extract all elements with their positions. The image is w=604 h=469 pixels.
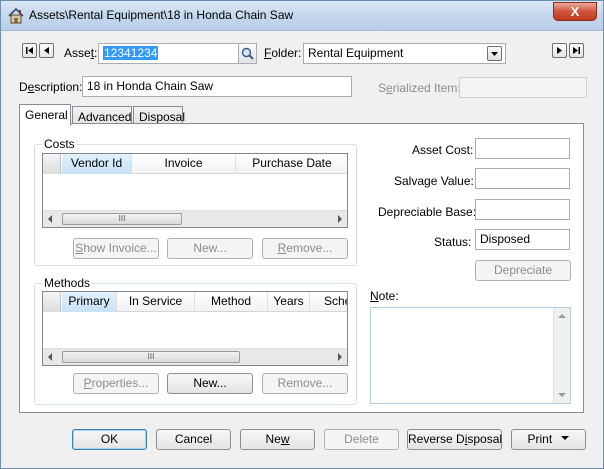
last-record-button[interactable] [569,43,584,58]
scroll-left-icon[interactable] [48,353,52,361]
chevron-down-icon [560,436,569,440]
delete-button[interactable]: Delete [324,429,399,450]
asset-cost-label: Asset Cost: [412,143,474,157]
folder-dropdown[interactable]: Rental Equipment [303,43,506,64]
costs-group-title: Costs [42,137,77,151]
methods-group-title: Methods [42,276,93,290]
house-icon [8,7,24,24]
next-record-icon [557,47,562,54]
show-invoice-button[interactable]: Show Invoice... [73,238,159,259]
chevron-down-icon [491,52,498,56]
asset-window: Assets\Rental Equipment\18 in Honda Chai… [0,0,604,469]
costs-scroll-thumb[interactable]: III [62,213,182,225]
note-textarea[interactable] [370,307,571,404]
scroll-right-icon[interactable] [338,215,342,223]
title-bar: Assets\Rental Equipment\18 in Honda Chai… [1,1,603,31]
next-record-button[interactable] [552,43,567,58]
methods-grid-corner[interactable] [43,292,61,312]
costs-horizontal-scrollbar[interactable]: III [43,210,347,227]
costs-column-invoice[interactable]: Invoice [132,154,236,174]
methods-column-method[interactable]: Method [195,292,268,312]
methods-column-years[interactable]: Years [268,292,310,312]
description-input[interactable]: 18 in Honda Chain Saw [82,76,352,97]
asset-input[interactable]: 12341234 [98,43,239,64]
depreciate-button[interactable]: Depreciate [475,260,571,281]
methods-horizontal-scrollbar[interactable]: III [43,348,347,365]
previous-record-button[interactable] [39,43,54,58]
first-record-icon [26,47,33,54]
serialized-item-label: Serialized Item: [378,81,461,95]
previous-record-icon [44,47,49,54]
new-cost-button[interactable]: New... [167,238,253,259]
window-title: Assets\Rental Equipment\18 in Honda Chai… [29,8,294,22]
print-button[interactable]: Print [511,429,586,450]
serialized-item-field [459,77,587,98]
search-icon [241,47,254,60]
close-icon: X [570,4,580,19]
scroll-right-icon[interactable] [338,353,342,361]
first-record-button[interactable] [22,43,37,58]
methods-grid-header: Primary In Service Method Years Sche [43,292,347,312]
costs-column-purchase-date[interactable]: Purchase Date [236,154,347,174]
remove-cost-button[interactable]: Remove... [262,238,348,259]
salvage-value-field[interactable] [475,168,570,189]
costs-grid-corner[interactable] [43,154,61,174]
costs-grid[interactable]: Vendor Id Invoice Purchase Date III [42,153,348,228]
status-label: Status: [434,235,472,249]
depreciable-base-label: Depreciable Base: [378,205,477,219]
salvage-value-label: Salvage Value: [394,174,474,188]
last-record-icon [573,47,580,54]
status-field: Disposed [475,229,570,250]
asset-label: Asset: [64,46,98,60]
description-label: Description: [19,80,83,94]
close-button[interactable]: X [553,2,597,21]
methods-column-schedule[interactable]: Sche [310,292,347,312]
general-tab-panel: Costs Vendor Id Invoice Purchase Date II… [19,123,584,413]
methods-column-in-service[interactable]: In Service [117,292,195,312]
scroll-down-icon[interactable] [558,393,566,397]
tab-general[interactable]: General [19,104,71,126]
methods-grid[interactable]: Primary In Service Method Years Sche III [42,291,348,366]
properties-button[interactable]: Properties... [73,373,159,394]
asset-lookup-button[interactable] [238,43,257,64]
costs-column-vendor-id[interactable]: Vendor Id [62,154,132,174]
folder-dropdown-button[interactable] [487,46,502,61]
cancel-button[interactable]: Cancel [156,429,231,450]
ok-button[interactable]: OK [72,429,147,450]
note-label: Note: [370,289,399,303]
folder-label: Folder: [264,46,302,60]
new-method-button[interactable]: New... [167,373,253,394]
note-vertical-scrollbar[interactable] [553,308,570,403]
new-button[interactable]: New [240,429,315,450]
scroll-up-icon[interactable] [558,314,566,318]
depreciable-base-field[interactable] [475,199,570,220]
asset-cost-field[interactable] [475,138,570,159]
scroll-left-icon[interactable] [48,215,52,223]
costs-grid-header: Vendor Id Invoice Purchase Date [43,154,347,174]
methods-scroll-thumb[interactable]: III [62,351,240,363]
methods-column-primary[interactable]: Primary [62,292,117,312]
remove-method-button[interactable]: Remove... [262,373,348,394]
reverse-disposal-button[interactable]: Reverse Disposal [407,429,502,450]
